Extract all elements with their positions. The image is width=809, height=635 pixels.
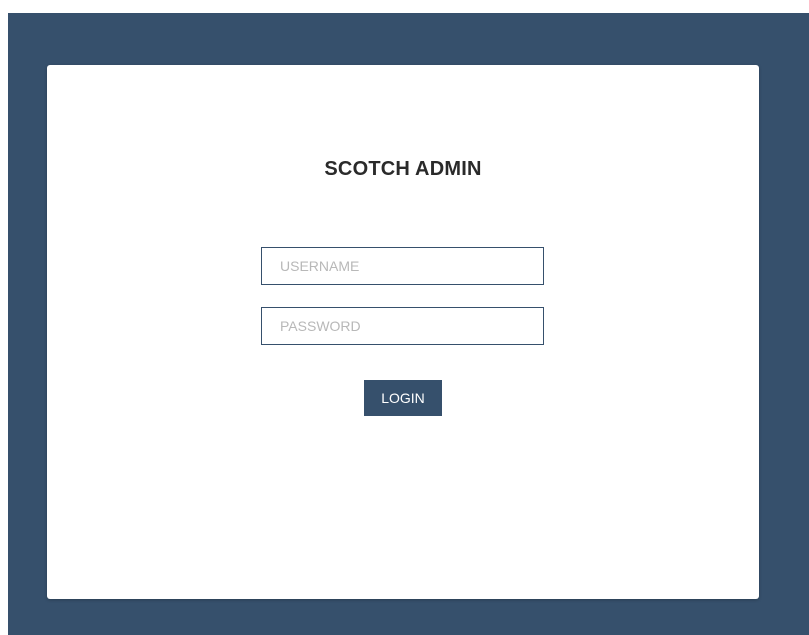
login-card: SCOTCH ADMIN LOGIN: [47, 65, 759, 599]
password-input[interactable]: [261, 307, 544, 345]
username-input[interactable]: [261, 247, 544, 285]
page-title: SCOTCH ADMIN: [324, 158, 482, 180]
login-button[interactable]: LOGIN: [364, 380, 442, 416]
page-background: SCOTCH ADMIN LOGIN: [8, 13, 809, 635]
